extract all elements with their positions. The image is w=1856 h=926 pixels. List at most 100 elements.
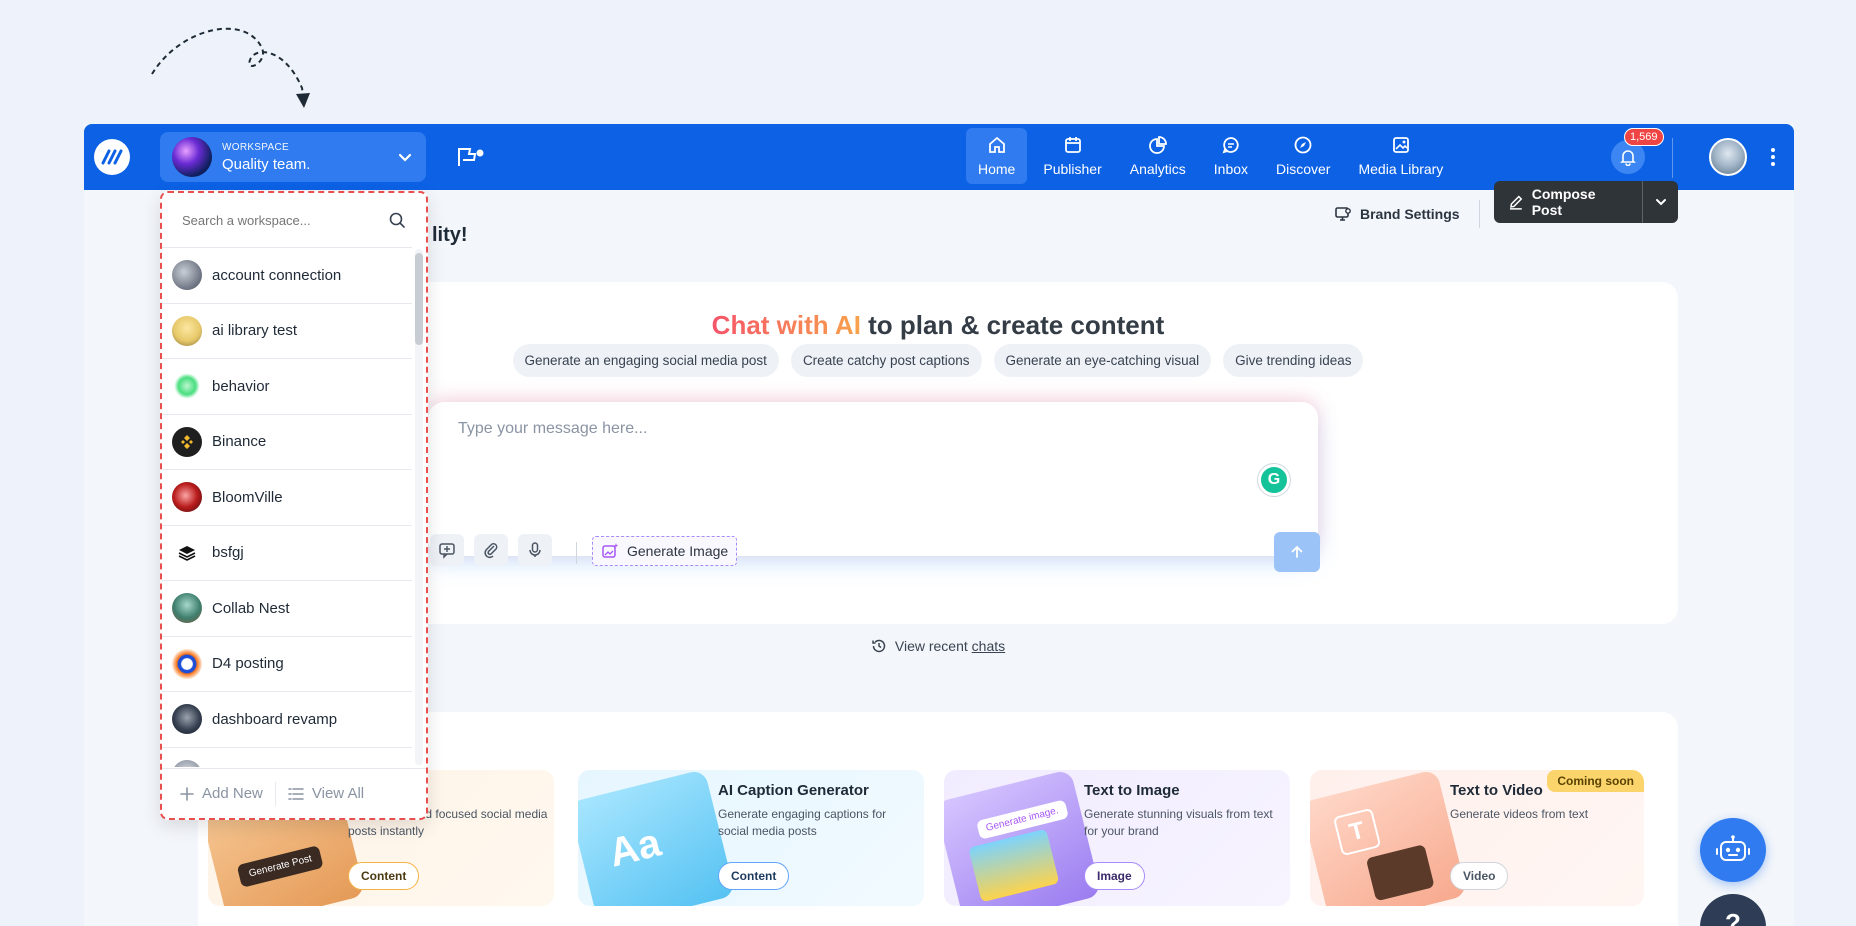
nav-home-label: Home: [978, 161, 1016, 177]
add-new-workspace-button[interactable]: Add New: [180, 785, 263, 802]
workspace-item-avatar: [172, 482, 202, 513]
tool-card-ai-caption-generator[interactable]: Aa AI Caption Generator Generate engagin…: [578, 770, 924, 906]
compose-post-dropdown[interactable]: [1642, 181, 1678, 223]
workspace-dropdown: account connection ai library test behav…: [160, 191, 428, 820]
art-video-thumb: [1365, 844, 1435, 902]
tool-card-tag: Video: [1450, 862, 1509, 890]
workspace-item-avatar: [172, 648, 202, 679]
user-avatar[interactable]: [1709, 138, 1747, 176]
workspace-list-item[interactable]: bsfgj: [162, 526, 412, 581]
pencil-icon: [1509, 195, 1523, 210]
robot-icon: [1716, 835, 1750, 861]
art-photo: [968, 828, 1060, 903]
flag-icon[interactable]: [456, 146, 486, 168]
workspace-list-item[interactable]: ai library test: [162, 304, 412, 359]
brand-settings-button[interactable]: Brand Settings: [1334, 190, 1460, 238]
tool-card-tag: Image: [1084, 862, 1145, 890]
nav-media-library[interactable]: Media Library: [1346, 128, 1455, 184]
workspace-list-item[interactable]: BloomVille: [162, 470, 412, 526]
chevron-down-icon: [398, 153, 412, 162]
prompt-chip[interactable]: Create catchy post captions: [790, 344, 982, 377]
workspace-list-item[interactable]: Collab Nest: [162, 581, 412, 637]
workspace-list-scrollbar[interactable]: [415, 249, 423, 765]
workspace-search-input[interactable]: [182, 212, 388, 228]
view-all-workspaces-button[interactable]: View All: [288, 785, 364, 802]
dashed-arrow-decoration: [151, 27, 310, 108]
workspace-dropdown-footer: Add New View All: [162, 768, 426, 818]
workspace-item-name: Collab Nest: [212, 599, 290, 617]
monitor-settings-icon: [1335, 207, 1351, 221]
more-options-icon[interactable]: [1770, 146, 1776, 168]
chat-input-box: Type your message here... G Generate Ima…: [428, 402, 1320, 572]
workspace-list-item[interactable]: behavior: [162, 359, 412, 415]
workspace-item-avatar: [172, 704, 202, 735]
header-separator: [1479, 200, 1480, 228]
chat-heading-rest: to plan & create content: [860, 310, 1165, 340]
attach-button[interactable]: [474, 534, 508, 566]
workspace-item-avatar: [172, 315, 202, 346]
workspace-name: Quality team.: [222, 155, 311, 173]
tool-card-text-to-video[interactable]: T Text to Video Generate videos from tex…: [1310, 770, 1644, 906]
image-sparkle-icon: [602, 543, 619, 558]
chat-heading-highlight: Chat with AI: [711, 310, 861, 340]
grammarly-icon[interactable]: G: [1258, 464, 1290, 496]
scrollbar-thumb[interactable]: [415, 253, 423, 345]
binance-logo-icon: [172, 426, 202, 457]
tool-card-art: T: [1310, 770, 1468, 906]
prompt-chip[interactable]: Give trending ideas: [1223, 344, 1364, 377]
message-input[interactable]: Type your message here...: [458, 420, 647, 438]
workspace-list-item[interactable]: D4 posting: [162, 637, 412, 692]
sparkle-chat-icon: [439, 543, 455, 559]
nav-discover[interactable]: Discover: [1264, 128, 1342, 184]
workspace-avatar: [172, 137, 212, 177]
layers-icon: [172, 537, 202, 568]
nav-discover-label: Discover: [1276, 161, 1331, 177]
tool-card-tag: Content: [718, 862, 790, 890]
generate-image-button[interactable]: Generate Image: [592, 536, 738, 566]
nav-home[interactable]: Home: [966, 128, 1028, 184]
workspace-item-avatar: [172, 371, 202, 402]
nav-publisher[interactable]: Publisher: [1031, 128, 1113, 184]
workspace-item-avatar: [172, 593, 202, 624]
add-new-label: Add New: [202, 785, 263, 802]
app-logo[interactable]: [94, 139, 130, 175]
nav-analytics[interactable]: Analytics: [1118, 128, 1198, 184]
tool-card-text-to-image[interactable]: Generate image. Text to Image Generate s…: [944, 770, 1290, 906]
workspace-item-name: D4 posting: [212, 655, 284, 673]
view-all-label: View All: [311, 785, 365, 802]
notification-count-badge: 1,569: [1624, 128, 1664, 146]
tool-card-title: Text to Image: [1084, 782, 1180, 799]
workspace-list-item[interactable]: account connection: [162, 248, 412, 304]
workspace-list-item[interactable]: dashboard revamp: [162, 692, 412, 748]
pie-chart-icon: [1148, 136, 1167, 154]
workspace-item-avatar: [172, 260, 202, 291]
nav-analytics-label: Analytics: [1129, 161, 1186, 177]
workspace-list-item[interactable]: [162, 748, 412, 767]
art-caption: T: [1332, 807, 1382, 857]
logo-icon: [101, 149, 123, 165]
recent-chats-link[interactable]: chats: [972, 638, 1005, 654]
workspace-item-name: behavior: [212, 377, 270, 395]
home-icon: [988, 136, 1005, 153]
topbar-divider: [1672, 138, 1673, 178]
list-icon: [288, 787, 304, 800]
prompt-chip[interactable]: Generate an eye-catching visual: [993, 344, 1212, 377]
nav-inbox[interactable]: Inbox: [1202, 128, 1260, 184]
workspace-list-item[interactable]: Binance: [162, 415, 412, 470]
search-icon[interactable]: [388, 211, 406, 229]
send-button[interactable]: [1274, 532, 1320, 572]
brand-settings-label: Brand Settings: [1360, 206, 1460, 222]
workspace-item-name: bsfgj: [212, 544, 244, 562]
prompt-chip[interactable]: Generate an engaging social media post: [512, 344, 779, 377]
microphone-button[interactable]: [518, 534, 552, 566]
footer-separator: [274, 781, 276, 806]
image-icon: [1392, 137, 1409, 153]
compose-post-button[interactable]: Compose Post: [1494, 181, 1678, 223]
plus-icon: [180, 786, 194, 801]
workspace-item-avatar: [172, 759, 202, 767]
tool-card-description: Generate engaging captions for social me…: [718, 807, 887, 838]
workspace-selector[interactable]: WORKSPACE Quality team.: [160, 132, 426, 182]
ai-prompt-button[interactable]: [430, 534, 464, 566]
workspace-search: [172, 203, 416, 237]
ai-assistant-button[interactable]: [1700, 818, 1766, 882]
